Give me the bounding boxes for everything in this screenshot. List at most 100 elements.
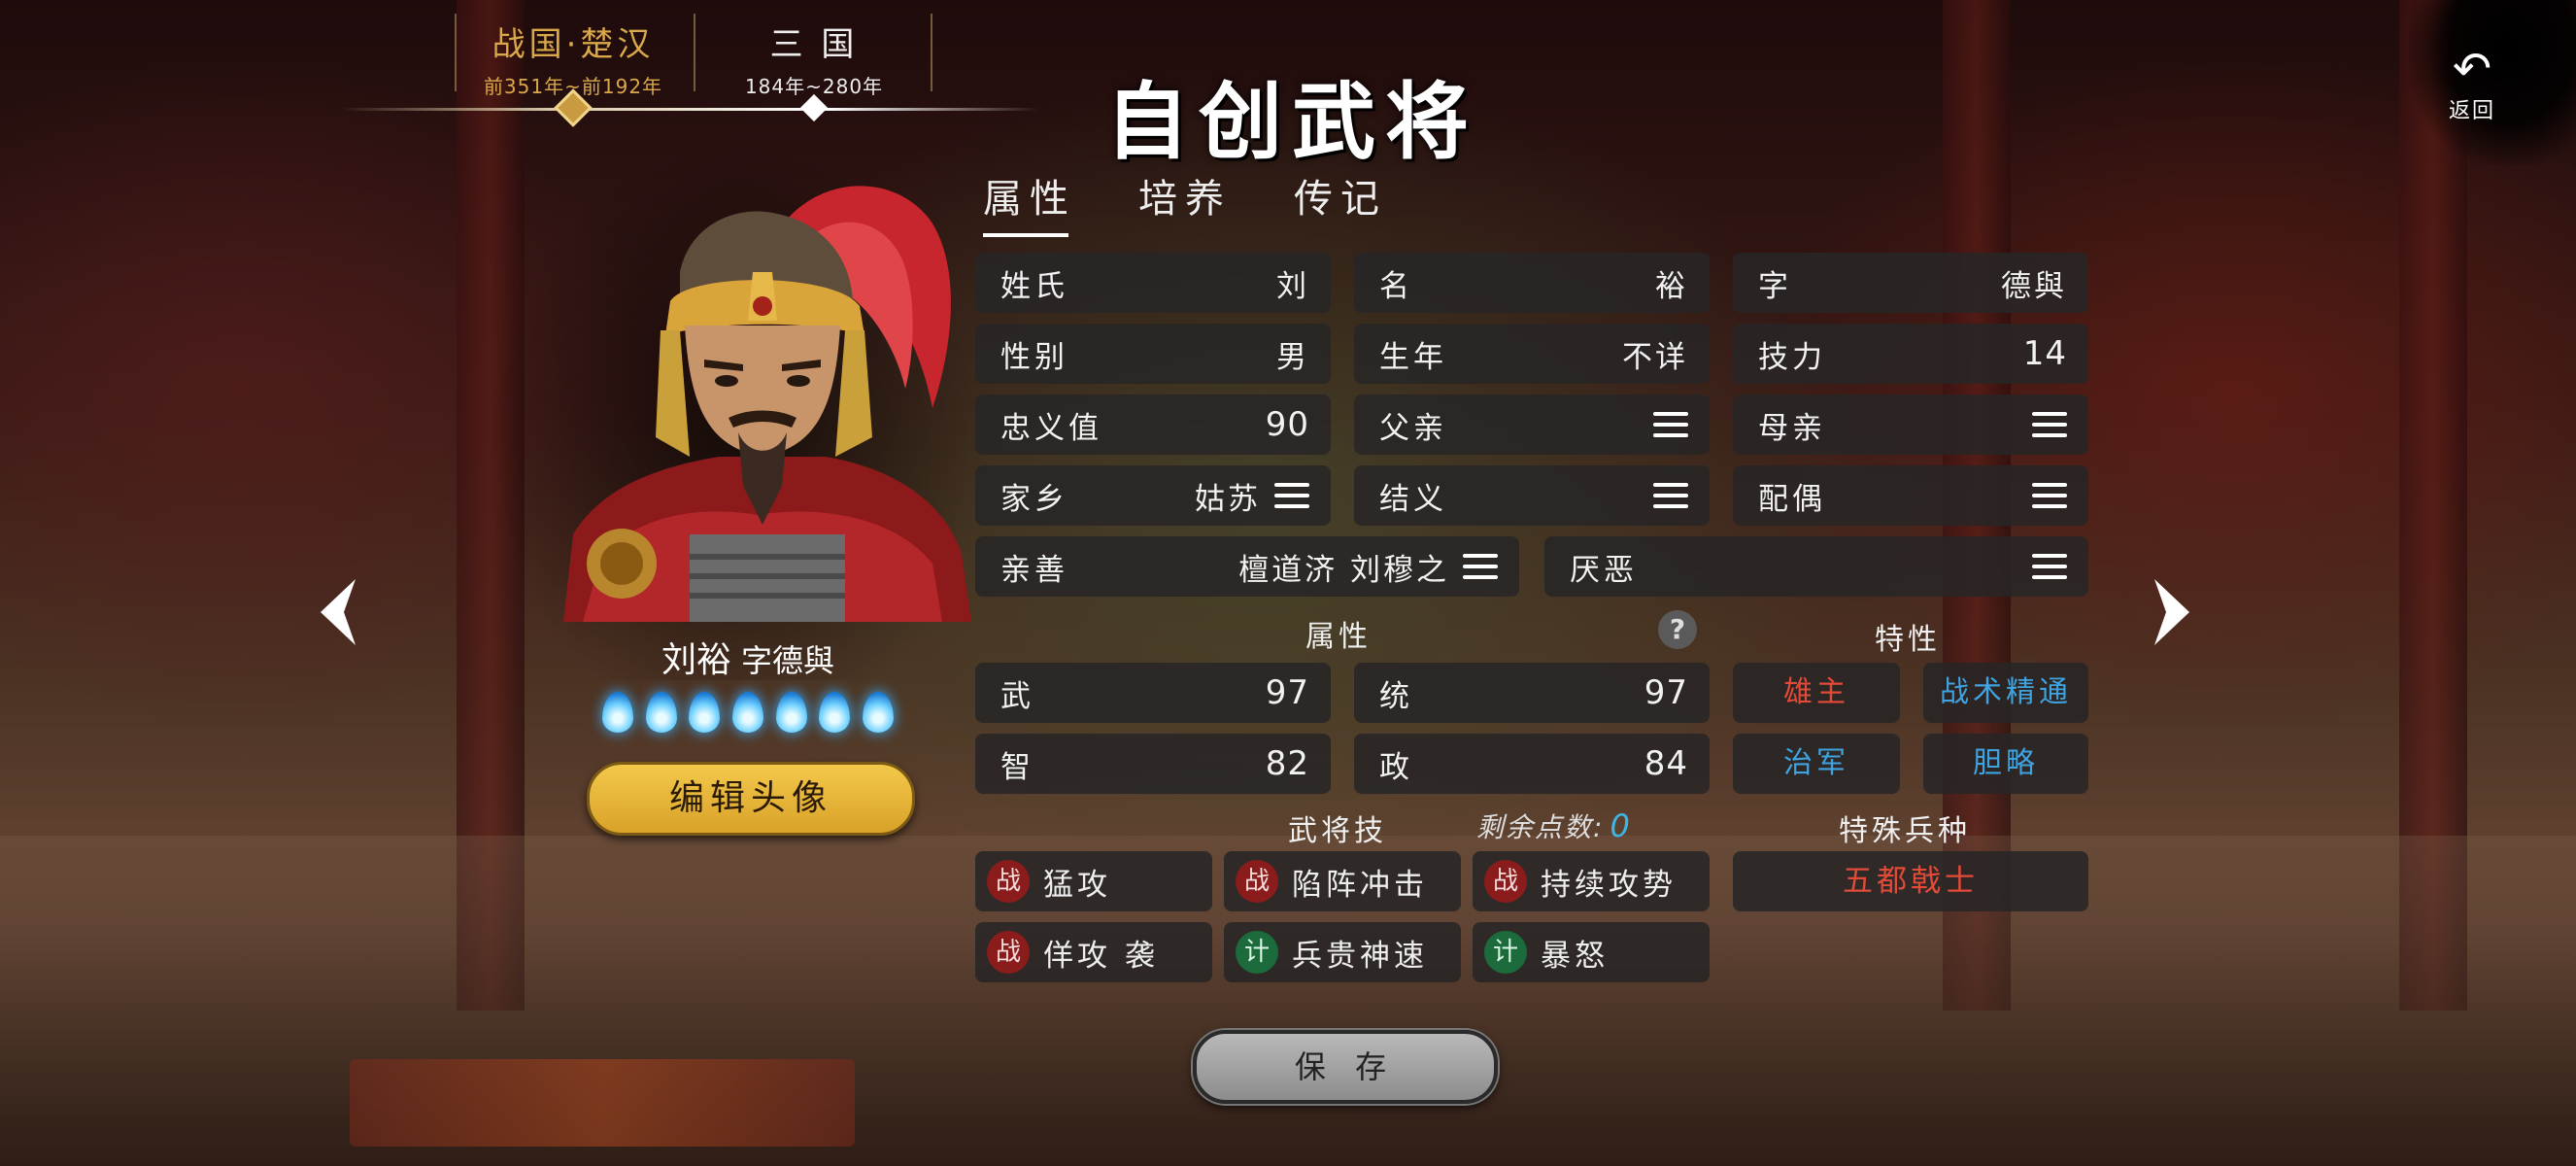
- traits-heading: 特性: [1875, 623, 1941, 657]
- tab-training[interactable]: 培养: [1138, 167, 1232, 223]
- stat-command[interactable]: 统 97: [1354, 663, 1710, 723]
- stat-value: 84: [1644, 744, 1688, 783]
- list-menu-icon[interactable]: [1463, 554, 1498, 579]
- sworn-field[interactable]: 结义: [1354, 465, 1710, 526]
- field-label: 父亲: [1379, 410, 1447, 446]
- skill-power-field[interactable]: 技力 14: [1733, 324, 2088, 384]
- stat-value: 97: [1644, 673, 1688, 712]
- skills-heading: 武将技: [1288, 814, 1387, 848]
- friends-field[interactable]: 亲善 檀道济 刘穆之: [975, 536, 1519, 597]
- era-timeline: [340, 108, 1039, 111]
- remaining-value: 0: [1610, 807, 1632, 844]
- era-warring-states[interactable]: 战国·楚汉 前351年~前192年: [457, 17, 690, 99]
- stat-value: 97: [1265, 673, 1309, 712]
- next-arrow-icon[interactable]: [2145, 573, 2203, 651]
- prev-arrow-icon[interactable]: [307, 573, 365, 651]
- skill-type-badge: 战: [987, 931, 1030, 974]
- list-menu-icon[interactable]: [2032, 483, 2067, 508]
- list-menu-icon[interactable]: [1653, 412, 1688, 437]
- list-menu-icon[interactable]: [2032, 412, 2067, 437]
- birth-year-field[interactable]: 生年 不详: [1354, 324, 1710, 384]
- stat-label: 智: [1000, 749, 1034, 785]
- field-value: 14: [2022, 334, 2067, 373]
- trait-item[interactable]: 治军: [1733, 734, 1900, 794]
- skill-item[interactable]: 战 佯攻 袭: [975, 922, 1212, 982]
- star-flames: [602, 692, 894, 733]
- skill-item[interactable]: 战 陷阵冲击: [1224, 851, 1461, 911]
- blue-flame-icon: [645, 692, 677, 733]
- skill-label: 佯攻 袭: [1043, 938, 1159, 974]
- mother-field[interactable]: 母亲: [1733, 394, 2088, 455]
- stat-label: 武: [1000, 678, 1034, 714]
- field-value: 刘: [1276, 268, 1309, 304]
- field-label: 技力: [1758, 339, 1826, 375]
- father-field[interactable]: 父亲: [1354, 394, 1710, 455]
- stat-value: 82: [1265, 744, 1309, 783]
- hero-name: 刘裕: [661, 640, 731, 680]
- blue-flame-icon: [602, 692, 633, 733]
- blue-flame-icon: [862, 692, 894, 733]
- stat-war[interactable]: 武 97: [975, 663, 1331, 723]
- hero-courtesy: 字德與: [741, 642, 835, 679]
- stat-label: 政: [1379, 749, 1413, 785]
- special-troop-heading: 特殊兵种: [1839, 814, 1971, 848]
- blue-flame-icon: [775, 692, 807, 733]
- hero-name-line: 刘裕 字德與: [544, 632, 952, 682]
- skill-type-badge: 计: [1236, 931, 1278, 974]
- trait-item[interactable]: 胆略: [1923, 734, 2088, 794]
- field-value: 德與: [2001, 268, 2067, 304]
- skill-item[interactable]: 计 兵贵神速: [1224, 922, 1461, 982]
- tab-attributes[interactable]: 属性: [983, 167, 1076, 237]
- era-divider: [694, 14, 695, 91]
- help-icon[interactable]: ?: [1658, 610, 1697, 649]
- field-label: 厌恶: [1570, 552, 1638, 588]
- page-title: 自创武将: [1105, 73, 1478, 171]
- list-menu-icon[interactable]: [1653, 483, 1688, 508]
- list-menu-icon[interactable]: [1274, 483, 1309, 508]
- courtesy-name-field[interactable]: 字 德與: [1733, 253, 2088, 313]
- back-button[interactable]: ↶ 返回: [2428, 45, 2516, 124]
- special-troop-value[interactable]: 五都戟士: [1733, 851, 2088, 911]
- skill-label: 陷阵冲击: [1292, 867, 1428, 903]
- field-label: 配偶: [1758, 481, 1826, 517]
- attributes-heading: 属性: [1305, 620, 1372, 654]
- skill-item[interactable]: 计 暴怒: [1473, 922, 1710, 982]
- era-three-kingdoms[interactable]: 三 国 184年~280年: [697, 17, 931, 99]
- field-label: 姓氏: [1000, 268, 1068, 304]
- gender-field[interactable]: 性别 男: [975, 324, 1331, 384]
- given-name-field[interactable]: 名 裕: [1354, 253, 1710, 313]
- stat-politics[interactable]: 政 84: [1354, 734, 1710, 794]
- trait-item[interactable]: 雄主: [1733, 663, 1900, 723]
- era-divider: [931, 14, 932, 91]
- field-label: 名: [1379, 268, 1413, 304]
- skill-item[interactable]: 战 持续攻势: [1473, 851, 1710, 911]
- blue-flame-icon: [689, 692, 721, 733]
- skill-type-badge: 计: [1484, 931, 1527, 974]
- edit-portrait-button[interactable]: 编辑头像: [587, 762, 915, 836]
- field-label: 家乡: [1000, 481, 1068, 517]
- field-value: 90: [1265, 405, 1309, 444]
- dislikes-field[interactable]: 厌恶: [1544, 536, 2088, 597]
- skill-type-badge: 战: [987, 860, 1030, 903]
- field-value: 男: [1276, 339, 1309, 375]
- save-button[interactable]: 保 存: [1193, 1030, 1498, 1104]
- hometown-field[interactable]: 家乡 姑苏: [975, 465, 1331, 526]
- era-name: 战国·楚汉: [491, 25, 655, 64]
- loyalty-field[interactable]: 忠义值 90: [975, 394, 1331, 455]
- field-label: 亲善: [1000, 552, 1068, 588]
- list-menu-icon[interactable]: [2032, 554, 2067, 579]
- surname-field[interactable]: 姓氏 刘: [975, 253, 1331, 313]
- skill-item[interactable]: 战 猛攻: [975, 851, 1212, 911]
- blue-flame-icon: [819, 692, 851, 733]
- spouse-field[interactable]: 配偶: [1733, 465, 2088, 526]
- hero-portrait: [563, 186, 971, 622]
- return-arrow-icon: ↶: [2452, 42, 2492, 96]
- field-value: 裕: [1655, 268, 1688, 304]
- field-label: 生年: [1379, 339, 1447, 375]
- skill-label: 兵贵神速: [1292, 938, 1428, 974]
- field-label: 字: [1758, 268, 1792, 304]
- field-label: 结义: [1379, 481, 1447, 517]
- stat-intellect[interactable]: 智 82: [975, 734, 1331, 794]
- trait-item[interactable]: 战术精通: [1923, 663, 2088, 723]
- tab-biography[interactable]: 传记: [1294, 167, 1387, 223]
